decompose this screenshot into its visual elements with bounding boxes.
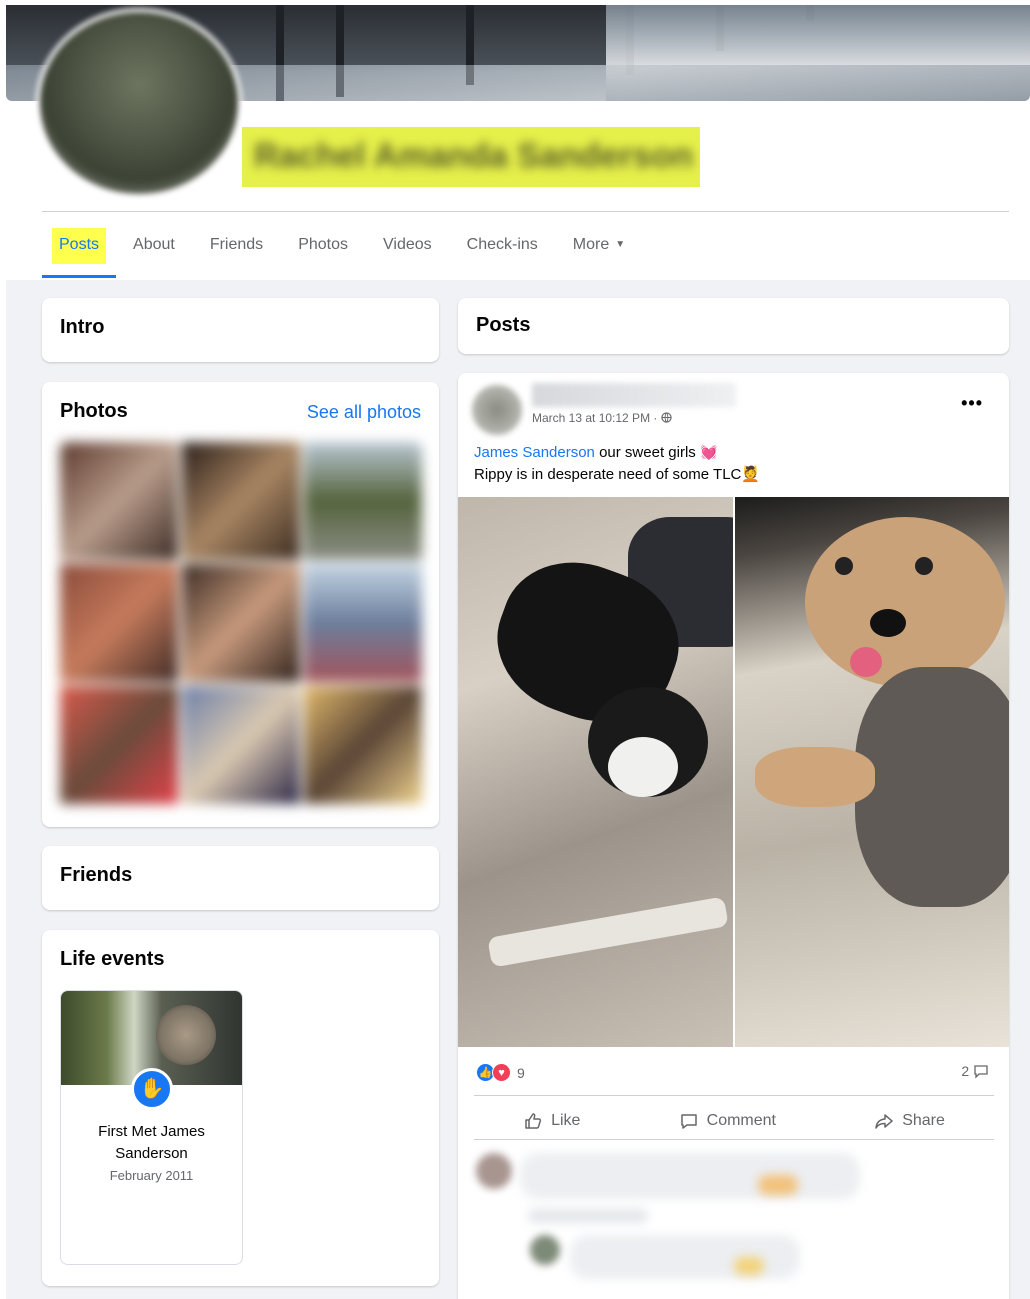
share-icon bbox=[875, 1114, 893, 1129]
profile-name-highlight: Rachel Amanda Sanderson bbox=[242, 127, 700, 187]
photo-thumb[interactable] bbox=[182, 442, 300, 560]
intro-card: Intro bbox=[42, 298, 439, 362]
profile-name: Rachel Amanda Sanderson bbox=[254, 137, 693, 175]
post-mention-link[interactable]: James Sanderson bbox=[474, 444, 595, 461]
reply-avatar[interactable] bbox=[530, 1235, 560, 1265]
share-button[interactable]: Share bbox=[874, 1111, 945, 1131]
actions-divider-bottom bbox=[474, 1139, 994, 1140]
photos-title: Photos bbox=[60, 400, 128, 422]
photo-grid bbox=[60, 442, 422, 808]
reaction-count: 9 bbox=[517, 1064, 525, 1081]
dog-face-shape bbox=[608, 737, 678, 797]
tab-more[interactable]: More ▼ bbox=[556, 228, 642, 264]
comment-count[interactable]: 2 bbox=[961, 1063, 989, 1079]
dog-body-shape bbox=[855, 667, 1009, 907]
reply-emoji-blur bbox=[734, 1257, 764, 1275]
heart-icon: 💓 bbox=[699, 444, 718, 460]
reply-bubble bbox=[570, 1235, 800, 1279]
comment-emoji-blur bbox=[758, 1175, 798, 1195]
post-photo-right[interactable] bbox=[735, 497, 1009, 1047]
photos-card: Photos See all photos bbox=[42, 382, 439, 827]
life-event-item[interactable]: ✋ First Met James Sanderson February 201… bbox=[60, 990, 243, 1265]
dog-head-shape bbox=[805, 517, 1005, 687]
life-events-card: Life events ✋ First Met James Sanderson … bbox=[42, 930, 439, 1286]
posts-title: Posts bbox=[476, 314, 531, 336]
dog-paw-shape bbox=[755, 747, 875, 807]
like-icon bbox=[525, 1113, 542, 1129]
dog-tongue-shape bbox=[850, 647, 882, 677]
more-icon[interactable]: ••• bbox=[961, 393, 983, 414]
comment-icon bbox=[680, 1114, 697, 1129]
life-event-date: February 2011 bbox=[109, 1168, 194, 1183]
posts-header-card: Posts bbox=[458, 298, 1009, 354]
post-author-name[interactable] bbox=[532, 383, 736, 407]
photo-thumb[interactable] bbox=[304, 686, 422, 804]
like-button[interactable]: Like bbox=[523, 1111, 580, 1131]
photo-thumb[interactable] bbox=[304, 442, 422, 560]
comment-bubble bbox=[520, 1153, 860, 1199]
comment-actions-blur bbox=[528, 1209, 648, 1223]
post-timestamp[interactable]: March 13 at 10:12 PM · bbox=[532, 411, 672, 425]
post-photo-left[interactable] bbox=[458, 497, 733, 1047]
like-label: Like bbox=[551, 1112, 581, 1129]
comment-count-value: 2 bbox=[961, 1063, 970, 1079]
post-author-avatar[interactable] bbox=[472, 385, 522, 435]
see-all-photos-link[interactable]: See all photos bbox=[307, 402, 421, 423]
photo-thumb[interactable] bbox=[60, 442, 178, 560]
comment-label: Comment bbox=[706, 1112, 776, 1129]
profile-tabs: Posts About Friends Photos Videos Check-… bbox=[41, 228, 643, 280]
commenter-avatar[interactable] bbox=[476, 1153, 512, 1189]
dog-nose-shape bbox=[870, 609, 906, 637]
share-label: Share bbox=[902, 1112, 945, 1129]
comment-bubble-icon bbox=[973, 1063, 989, 1079]
blanket-edge-shape bbox=[487, 896, 729, 968]
photo-thumb[interactable] bbox=[182, 564, 300, 682]
tab-videos[interactable]: Videos bbox=[366, 228, 449, 264]
friends-title: Friends bbox=[60, 864, 133, 886]
post-actions: Like Comment Share bbox=[474, 1099, 994, 1143]
friends-card: Friends bbox=[42, 846, 439, 910]
photo-thumb[interactable] bbox=[60, 564, 178, 682]
globe-icon bbox=[661, 411, 672, 425]
tab-about[interactable]: About bbox=[116, 228, 192, 264]
love-reaction-icon: ♥ bbox=[492, 1063, 511, 1082]
photo-thumb[interactable] bbox=[182, 686, 300, 804]
dog-eye-shape bbox=[835, 557, 853, 575]
wave-icon: ✋ bbox=[131, 1068, 173, 1110]
tab-friends[interactable]: Friends bbox=[193, 228, 280, 264]
reaction-summary[interactable]: 👍 ♥ 9 bbox=[476, 1063, 525, 1082]
photo-thumb[interactable] bbox=[304, 564, 422, 682]
header-divider bbox=[42, 211, 1009, 212]
post-text-line1: our sweet girls bbox=[594, 444, 700, 461]
post-card: March 13 at 10:12 PM · ••• James Sanders… bbox=[458, 373, 1009, 1299]
tab-check-ins[interactable]: Check-ins bbox=[450, 228, 555, 264]
post-body: James Sanderson our sweet girls 💓 Rippy … bbox=[474, 441, 760, 486]
life-event-dog-shape bbox=[156, 1005, 216, 1065]
actions-divider-top bbox=[474, 1095, 994, 1096]
post-timestamp-text: March 13 at 10:12 PM · bbox=[532, 411, 658, 425]
caret-down-icon: ▼ bbox=[615, 239, 626, 250]
intro-title: Intro bbox=[60, 316, 105, 338]
post-text-line2: Rippy is in desperate need of some TLC bbox=[474, 466, 742, 483]
life-event-title: First Met James Sanderson bbox=[98, 1123, 205, 1162]
dog-eye-shape bbox=[915, 557, 933, 575]
person-emoji-icon: 💆 bbox=[741, 466, 761, 483]
life-events-title: Life events bbox=[60, 948, 165, 970]
tab-more-label: More bbox=[572, 236, 610, 253]
profile-avatar[interactable] bbox=[36, 8, 242, 198]
comment-button[interactable]: Comment bbox=[679, 1111, 776, 1131]
photo-thumb[interactable] bbox=[60, 686, 178, 804]
tab-photos[interactable]: Photos bbox=[281, 228, 365, 264]
tab-posts[interactable]: Posts bbox=[41, 228, 117, 278]
